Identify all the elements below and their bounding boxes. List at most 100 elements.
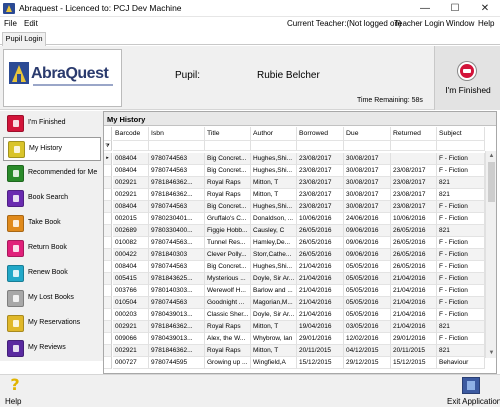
column-header-author[interactable]: Author bbox=[251, 127, 297, 141]
row-header[interactable] bbox=[104, 261, 112, 273]
row-header[interactable] bbox=[104, 213, 112, 225]
sidebar-item[interactable]: My History bbox=[3, 137, 101, 161]
row-header[interactable] bbox=[104, 225, 112, 237]
close-button[interactable]: ✕ bbox=[470, 0, 500, 17]
column-header-isbn[interactable]: Isbn bbox=[149, 127, 205, 141]
sidebar-item[interactable]: Return Book bbox=[3, 237, 101, 261]
row-header[interactable] bbox=[104, 333, 112, 345]
recommended-icon bbox=[7, 165, 24, 182]
column-header-borrowed[interactable]: Borrowed bbox=[297, 127, 344, 141]
filter-cell[interactable] bbox=[297, 141, 344, 151]
cell-isbn: 9781846362... bbox=[149, 177, 205, 189]
table-row[interactable]: 002921 9781846362... Royal Raps Mitton, T 23… bbox=[104, 177, 496, 189]
cell-borrowed: 21/04/2016 bbox=[297, 273, 344, 285]
row-header[interactable] bbox=[104, 177, 112, 189]
sidebar-item[interactable]: Renew Book bbox=[3, 262, 101, 286]
row-header[interactable] bbox=[104, 273, 112, 285]
table-row[interactable]: ▸ 008404 9780744563 Big Concret... Hughes,Sh… bbox=[104, 153, 496, 165]
column-header-title[interactable]: Title bbox=[205, 127, 251, 141]
cell-due: 09/06/2016 bbox=[344, 237, 391, 249]
filter-cell[interactable] bbox=[251, 141, 297, 151]
column-header-subject[interactable]: Subject bbox=[437, 127, 485, 141]
cell-isbn: 9780744563... bbox=[149, 237, 205, 249]
cell-returned: 23/08/2017 bbox=[391, 177, 437, 189]
table-row[interactable]: 002689 9780330400... Figgie Hobb... Causley… bbox=[104, 225, 496, 237]
row-header[interactable] bbox=[104, 321, 112, 333]
cell-author: Hughes,Shi... bbox=[251, 261, 297, 273]
cell-barcode: 000203 bbox=[113, 309, 149, 321]
row-header[interactable] bbox=[104, 297, 112, 309]
table-row[interactable]: 002921 9781846362... Royal Raps Mitton, T 23… bbox=[104, 189, 496, 201]
cell-barcode: 003766 bbox=[113, 285, 149, 297]
im-finished-button[interactable]: I'm Finished bbox=[434, 46, 500, 110]
table-row[interactable]: 008404 9780744563 Big Concret... Hughes,Shi… bbox=[104, 165, 496, 177]
vertical-scrollbar[interactable]: ▲ ▼ bbox=[485, 151, 496, 358]
table-row[interactable]: 008404 9780744563 Big Concret... Hughes,Shi… bbox=[104, 201, 496, 213]
sidebar-item[interactable]: My Reviews bbox=[3, 337, 101, 361]
cell-borrowed: 29/01/2016 bbox=[297, 333, 344, 345]
menu-help[interactable]: Help bbox=[478, 19, 494, 28]
sidebar-item[interactable]: Take Book bbox=[3, 212, 101, 236]
filter-cell[interactable] bbox=[205, 141, 251, 151]
current-row-indicator[interactable]: ▸ bbox=[104, 153, 112, 165]
filter-cell[interactable] bbox=[391, 141, 437, 151]
sidebar-item[interactable]: My Lost Books bbox=[3, 287, 101, 311]
column-header-due[interactable]: Due bbox=[344, 127, 391, 141]
exit-icon bbox=[462, 377, 480, 394]
sidebar-item-label: My Lost Books bbox=[28, 294, 74, 301]
table-row[interactable]: 002015 9780230401... Gruffalo's C... Donald… bbox=[104, 213, 496, 225]
table-row[interactable]: 005415 9781843625... Mysterious ... Doyle, … bbox=[104, 273, 496, 285]
row-header[interactable] bbox=[104, 189, 112, 201]
scroll-down-icon[interactable]: ▼ bbox=[486, 348, 497, 358]
table-row[interactable]: 000727 9780744595 Growing up ... Wingfield,… bbox=[104, 357, 496, 369]
filter-icon[interactable]: ⧩ bbox=[104, 141, 112, 151]
minimize-button[interactable]: — bbox=[410, 0, 440, 17]
filter-cell[interactable] bbox=[344, 141, 391, 151]
menu-teacher-login[interactable]: Teacher Login bbox=[394, 19, 444, 28]
scroll-up-icon[interactable]: ▲ bbox=[486, 151, 497, 161]
row-header[interactable] bbox=[104, 165, 112, 177]
cell-due: 05/05/2016 bbox=[344, 309, 391, 321]
row-header[interactable] bbox=[104, 201, 112, 213]
filter-cell[interactable] bbox=[149, 141, 205, 151]
scroll-thumb[interactable] bbox=[488, 162, 495, 202]
tab-pupil-login[interactable]: Pupil Login bbox=[2, 32, 46, 46]
column-header-returned[interactable]: Returned bbox=[391, 127, 437, 141]
filter-cell[interactable] bbox=[113, 141, 149, 151]
maximize-button[interactable]: ☐ bbox=[440, 0, 470, 17]
table-row[interactable]: 010082 9780744563... Tunnel Res... Hamley,D… bbox=[104, 237, 496, 249]
table-row[interactable]: 009066 9780439013... Alex, the W... Whybrow… bbox=[104, 333, 496, 345]
row-header[interactable] bbox=[104, 345, 112, 357]
sidebar-item[interactable]: Book Search bbox=[3, 187, 101, 211]
table-row[interactable]: 010504 9780744563 Goodnight ... Magorian,M.… bbox=[104, 297, 496, 309]
row-header[interactable] bbox=[104, 357, 112, 369]
sidebar-item-label: I'm Finished bbox=[28, 119, 66, 126]
table-row[interactable]: 003766 9780140303... Werewolf H... Barlow a… bbox=[104, 285, 496, 297]
menu-window[interactable]: Window bbox=[446, 19, 474, 28]
column-header-barcode[interactable]: Barcode bbox=[113, 127, 149, 141]
row-header[interactable] bbox=[104, 285, 112, 297]
cell-subject: F - Fiction bbox=[437, 261, 485, 273]
filter-cell[interactable] bbox=[437, 141, 485, 151]
cell-borrowed: 15/12/2015 bbox=[297, 357, 344, 369]
row-header[interactable] bbox=[104, 237, 112, 249]
cell-title: Tunnel Res... bbox=[205, 237, 251, 249]
menu-file[interactable]: File bbox=[4, 19, 17, 28]
history-grid[interactable]: Barcode Isbn Title Author Borrowed Due Returne… bbox=[104, 127, 496, 373]
row-header[interactable] bbox=[104, 309, 112, 321]
row-header[interactable] bbox=[104, 249, 112, 261]
sidebar-item[interactable]: I'm Finished bbox=[3, 112, 101, 136]
table-row[interactable]: 002921 9781846362... Royal Raps Mitton, T 19… bbox=[104, 321, 496, 333]
cell-returned: 21/04/2016 bbox=[391, 321, 437, 333]
table-row[interactable]: 008404 9780744563 Big Concret... Hughes,Shi… bbox=[104, 261, 496, 273]
menu-edit[interactable]: Edit bbox=[24, 19, 38, 28]
table-row[interactable]: 000203 9780439013... Classic Sher... Doyle,… bbox=[104, 309, 496, 321]
table-row[interactable]: 000422 9781840303 Clever Polly... Storr,Cat… bbox=[104, 249, 496, 261]
sidebar-item[interactable]: Recommended for Me bbox=[3, 162, 101, 186]
help-button[interactable]: ? Help bbox=[3, 376, 27, 407]
exit-application-button[interactable]: Exit Application bbox=[446, 376, 500, 406]
sidebar-item[interactable]: My Reservations bbox=[3, 312, 101, 336]
table-row[interactable]: 002921 9781846362... Royal Raps Mitton, T 20… bbox=[104, 345, 496, 357]
grid-filter-row[interactable]: ⧩ bbox=[104, 141, 496, 151]
cell-returned: 23/08/2017 bbox=[391, 201, 437, 213]
